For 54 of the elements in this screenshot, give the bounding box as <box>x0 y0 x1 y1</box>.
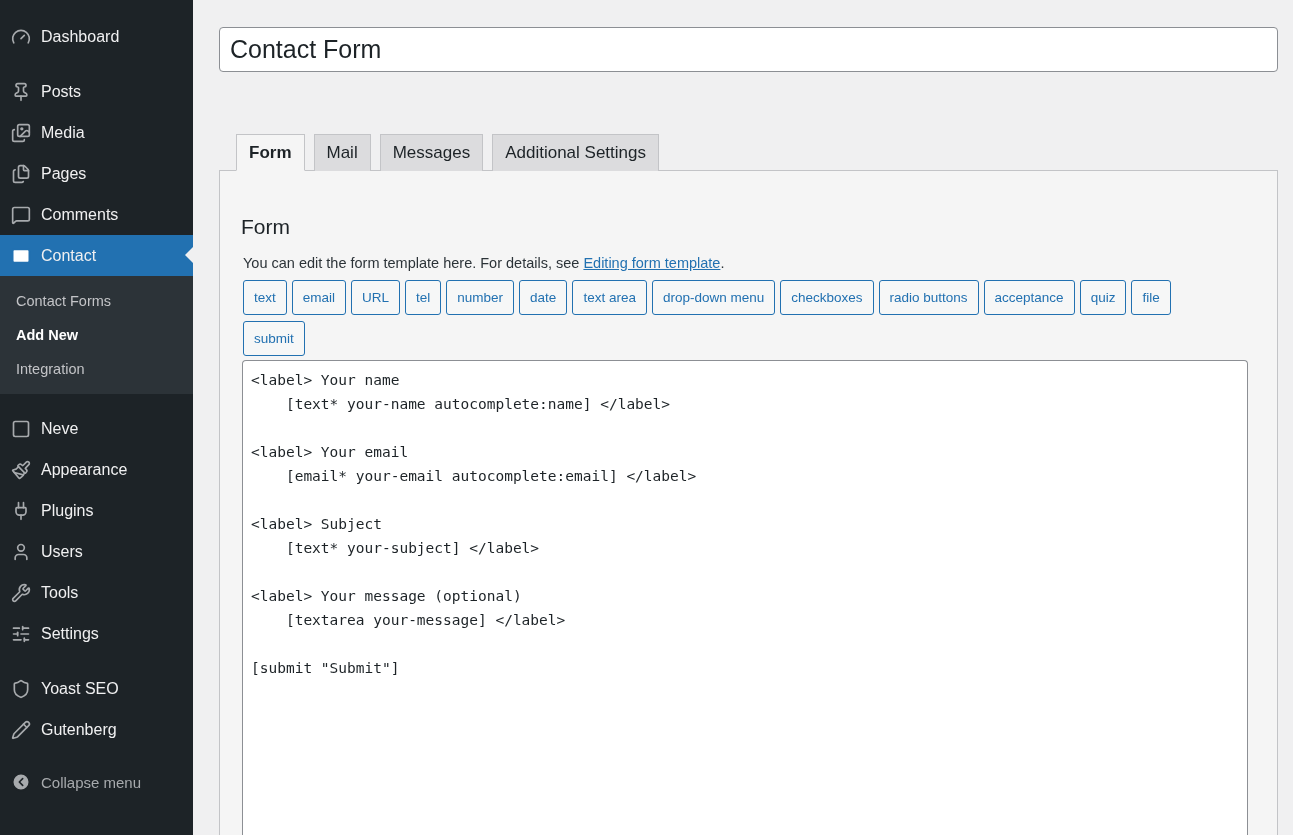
shield-icon <box>11 678 31 699</box>
tag-button[interactable]: quiz <box>1079 280 1127 315</box>
wrench-icon <box>11 582 31 603</box>
tag-button[interactable]: email <box>291 280 347 315</box>
template-editor[interactable]: <label> Your name [text* your-name autocomplete:name] </label> <label> Your email [email* your-email autocomplete:email] </label> <label> Subject [text* your-subject] </label> <label> Your message (optional) [textarea your-message] </label> [submit "Submit"] <box>242 360 1248 835</box>
tag-button[interactable]: file <box>1131 280 1171 315</box>
tag-button[interactable]: drop-down menu <box>651 280 776 315</box>
menu-item[interactable]: Gutenberg <box>0 709 193 750</box>
collapse-icon <box>11 772 31 792</box>
menu-item[interactable]: Neve <box>0 408 193 449</box>
menu-item[interactable]: Plugins <box>0 490 193 531</box>
submenu-item[interactable]: Contact Forms <box>0 284 193 318</box>
menu-item[interactable]: Settings <box>0 613 193 654</box>
panel-heading: Form <box>241 215 291 239</box>
tag-button[interactable]: text <box>243 280 287 315</box>
submenu-item[interactable]: Add New <box>0 318 193 352</box>
editing-template-link[interactable]: Editing form template <box>583 255 721 271</box>
pages-icon <box>11 163 31 184</box>
menu-item[interactable]: Comments <box>0 194 193 235</box>
pencil-icon <box>11 719 31 740</box>
menu-item[interactable]: Appearance <box>0 449 193 490</box>
tag-button[interactable]: number <box>446 280 515 315</box>
menu-item[interactable]: Contact <box>0 235 193 276</box>
menu-item[interactable]: Posts <box>0 71 193 112</box>
current-pointer-icon <box>185 247 193 263</box>
menu-item[interactable]: Users <box>0 531 193 572</box>
tab[interactable]: Form <box>236 134 305 171</box>
user-icon <box>11 541 31 562</box>
menu-item[interactable]: Dashboard <box>0 16 193 57</box>
tag-button[interactable]: acceptance <box>983 280 1075 315</box>
tag-button[interactable]: tel <box>405 280 442 315</box>
images-icon <box>11 122 31 143</box>
tab[interactable]: Additional Settings <box>492 134 659 171</box>
menu-item[interactable]: Media <box>0 112 193 153</box>
menu-item[interactable]: Yoast SEO <box>0 668 193 709</box>
sliders-icon <box>11 623 31 644</box>
paintbrush-icon <box>11 459 31 480</box>
menu-item[interactable]: Tools <box>0 572 193 613</box>
tab[interactable]: Mail <box>313 134 371 171</box>
tag-button[interactable]: radio buttons <box>878 280 979 315</box>
pin-icon <box>11 81 31 102</box>
tab[interactable]: Messages <box>379 134 484 171</box>
collapse-menu-button[interactable]: Collapse menu <box>0 764 193 800</box>
comment-icon <box>11 204 31 225</box>
tag-button[interactable]: URL <box>351 280 401 315</box>
tag-button[interactable]: checkboxes <box>780 280 874 315</box>
tag-button[interactable]: submit <box>243 321 305 356</box>
description-text: You can edit the form template here. For details, see Editing form template. <box>243 255 726 271</box>
title-field[interactable]: Contact Form <box>219 27 1278 72</box>
tag-button[interactable]: text area <box>572 280 647 315</box>
square-icon <box>11 418 31 439</box>
tag-button[interactable]: date <box>519 280 568 315</box>
submenu-item[interactable]: Integration <box>0 352 193 386</box>
menu-item[interactable]: Pages <box>0 153 193 194</box>
